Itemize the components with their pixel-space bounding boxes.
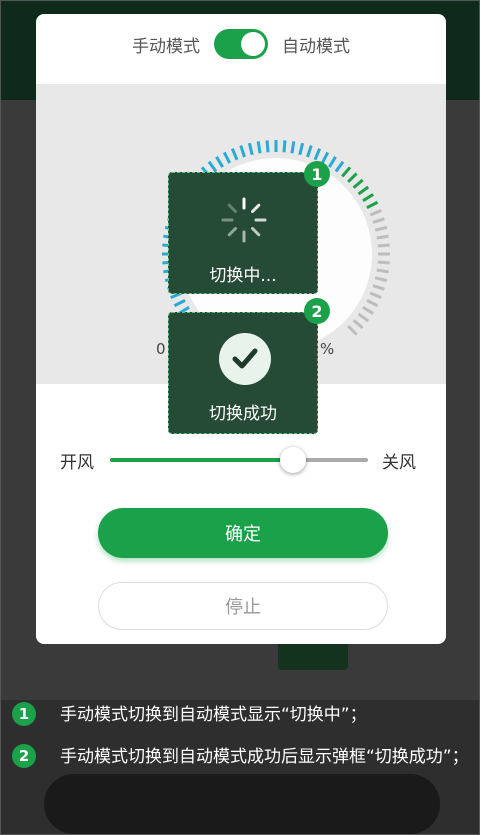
gauge-tick — [377, 260, 390, 265]
switching-toast: 切换中... — [168, 172, 318, 294]
gauge-tick — [230, 148, 239, 161]
gauge-tick — [265, 140, 270, 153]
mode-switch-row: 手动模式 自动模式 — [36, 14, 446, 74]
gauge-tick — [374, 225, 388, 232]
loading-spinner-icon — [221, 197, 267, 243]
gauge-tick — [366, 200, 379, 210]
note-1-text: 手动模式切换到自动模式显示“切换中”； — [60, 705, 367, 725]
gauge-tick — [357, 312, 370, 323]
gauge-tick — [328, 156, 337, 168]
annotation-badge-1: 1 — [304, 161, 330, 187]
fan-slider-track[interactable] — [110, 447, 368, 473]
background-button — [278, 640, 348, 670]
slider-open-label: 开风 — [60, 453, 94, 473]
check-icon — [219, 333, 271, 385]
gauge-min-label: 0 — [156, 340, 166, 358]
annotation-badge-2: 2 — [304, 298, 330, 324]
fan-slider-thumb[interactable] — [280, 447, 307, 473]
mode-toggle[interactable] — [214, 29, 268, 59]
fan-slider-fill — [110, 458, 294, 462]
gauge-tick — [239, 145, 246, 158]
gauge-tick — [222, 151, 232, 164]
gauge-tick — [369, 291, 382, 300]
manual-mode-label: 手动模式 — [132, 36, 200, 57]
confirm-button[interactable]: 确定 — [98, 508, 388, 558]
gauge-tick — [357, 185, 370, 196]
gauge-tick — [256, 141, 262, 154]
fan-slider-row: 开风 关风 — [36, 442, 446, 476]
gauge-tick — [306, 145, 313, 158]
switch-success-text: 切换成功 — [209, 404, 277, 424]
note-1: 1 手动模式切换到自动模式显示“切换中”； — [10, 700, 470, 730]
gauge-tick — [366, 298, 379, 308]
slider-close-label: 关风 — [382, 453, 416, 473]
gauge-tick — [334, 160, 345, 173]
gauge-tick — [207, 160, 218, 173]
toggle-knob — [241, 32, 265, 56]
gauge-tick — [352, 178, 364, 189]
gauge-tick — [374, 276, 388, 283]
note-badge-1: 1 — [12, 702, 36, 726]
gauge-tick — [377, 243, 390, 248]
gauge-tick — [341, 166, 352, 178]
background-button-large — [44, 774, 440, 834]
gauge-tick — [376, 234, 389, 240]
auto-mode-label: 自动模式 — [282, 36, 350, 57]
gauge-tick — [362, 306, 374, 315]
gauge-tick — [282, 140, 287, 153]
gauge-tick — [320, 151, 330, 164]
gauge-tick — [362, 193, 374, 202]
gauge-max-label: % — [320, 340, 335, 358]
gauge-tick — [352, 319, 364, 330]
gauge-tick — [347, 172, 358, 183]
note-2-text: 手动模式切换到自动模式成功后显示弹框“切换成功”； — [60, 747, 469, 767]
gauge-tick — [173, 298, 186, 308]
gauge-tick — [376, 268, 389, 274]
gauge-tick — [347, 325, 358, 336]
switch-success-toast: 切换成功 — [168, 312, 318, 434]
gauge-tick — [215, 156, 224, 168]
stop-button[interactable]: 停止 — [98, 582, 388, 630]
gauge-tick — [313, 148, 322, 161]
switching-toast-text: 切换中... — [209, 266, 277, 286]
gauge-tick — [290, 141, 296, 154]
gauge-tick — [247, 142, 254, 156]
gauge-tick — [369, 208, 382, 217]
gauge-tick — [372, 284, 385, 291]
gauge-tick — [372, 217, 385, 224]
note-2: 2 手动模式切换到自动模式成功后显示弹框“切换成功”； — [10, 742, 470, 772]
gauge-tick — [298, 142, 305, 156]
note-badge-2: 2 — [12, 744, 36, 768]
